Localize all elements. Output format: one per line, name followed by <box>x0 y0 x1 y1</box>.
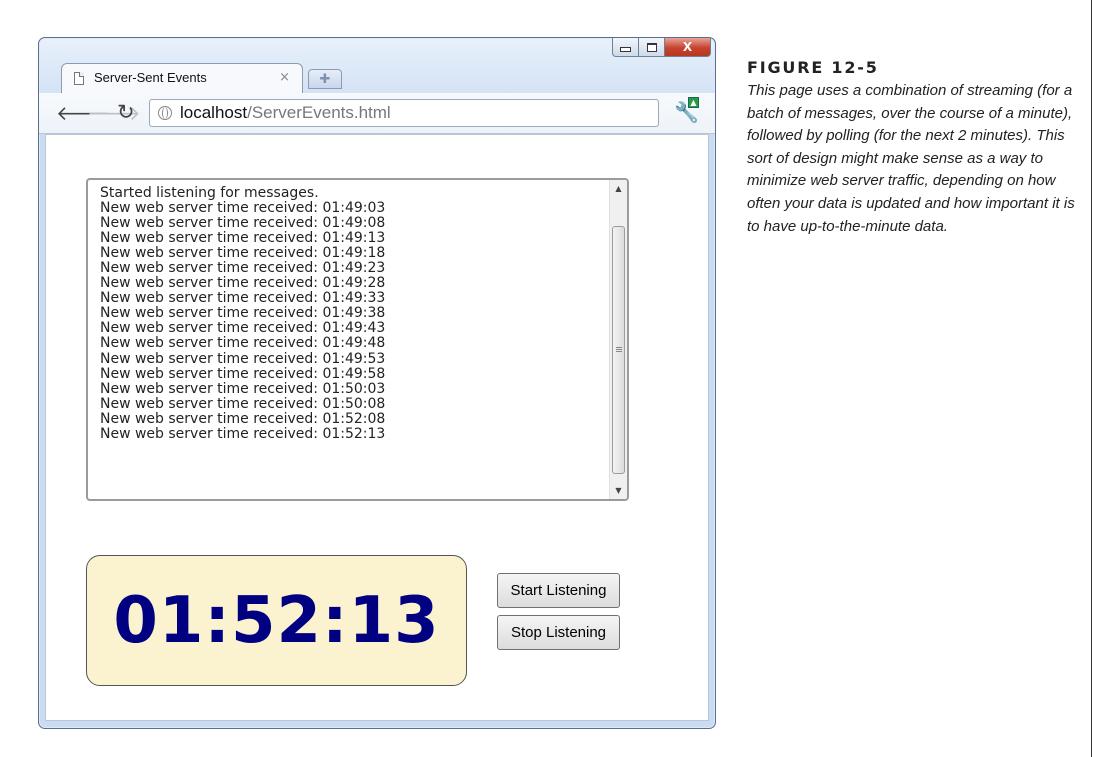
browser-toolbar: 🡐 🡒 ↻ localhost/ServerEvents.html 🔧 ▲ <box>39 93 715 134</box>
address-bar[interactable]: localhost/ServerEvents.html <box>149 99 659 127</box>
minimize-icon <box>620 47 631 52</box>
stop-listening-button[interactable]: Stop Listening <box>497 615 620 650</box>
minimize-button[interactable] <box>612 38 639 57</box>
close-window-button[interactable]: X <box>665 38 711 57</box>
message-line: New web server time received: 01:49:08 <box>100 215 386 232</box>
tab-server-sent-events[interactable]: Server-Sent Events × <box>61 63 303 93</box>
message-line: Started listening for messages. <box>100 185 319 201</box>
message-log[interactable]: Started listening for messages. New web s… <box>86 178 629 501</box>
message-line: New web server time received: 01:49:13 <box>100 230 386 247</box>
message-line: New web server time received: 01:49:03 <box>100 200 386 217</box>
page-content: Started listening for messages. New web s… <box>45 134 709 721</box>
scrollbar[interactable]: ▲ ▼ <box>609 180 627 499</box>
globe-icon <box>158 106 172 120</box>
close-icon: X <box>682 40 693 54</box>
window-controls: X <box>612 38 711 58</box>
plus-icon: ✚ <box>319 71 331 87</box>
message-line: New web server time received: 01:49:48 <box>100 335 386 352</box>
message-line: New web server time received: 01:49:38 <box>100 305 386 322</box>
reload-icon[interactable]: ↻ <box>117 100 135 124</box>
update-badge-icon: ▲ <box>688 97 699 108</box>
message-line: New web server time received: 01:49:43 <box>100 320 386 337</box>
tab-title: Server-Sent Events <box>94 70 207 85</box>
message-line: New web server time received: 01:52:13 <box>100 425 386 442</box>
message-line: New web server time received: 01:49:18 <box>100 245 386 262</box>
message-line: New web server time received: 01:52:08 <box>100 410 386 427</box>
scroll-thumb[interactable] <box>612 226 625 474</box>
page-icon <box>74 72 84 85</box>
message-line: New web server time received: 01:49:33 <box>100 290 386 307</box>
figure-caption: This page uses a combination of streamin… <box>747 82 1075 235</box>
tab-close-icon[interactable]: × <box>279 70 290 85</box>
maximize-button[interactable] <box>639 38 665 57</box>
message-line: New web server time received: 01:49:28 <box>100 275 386 292</box>
scroll-down-arrow-icon[interactable]: ▼ <box>610 482 627 499</box>
url-text: localhost/ServerEvents.html <box>180 103 391 123</box>
clock-time: 01:52:13 <box>113 583 440 658</box>
time-display: 01:52:13 <box>86 555 467 686</box>
new-tab-button[interactable]: ✚ <box>308 69 342 89</box>
message-line: New web server time received: 01:49:58 <box>100 365 386 382</box>
scroll-up-arrow-icon[interactable]: ▲ <box>610 180 627 197</box>
message-line: New web server time received: 01:50:03 <box>100 380 386 397</box>
message-line: New web server time received: 01:50:08 <box>100 395 386 412</box>
url-host: localhost <box>180 103 248 122</box>
browser-window: X Server-Sent Events × ✚ 🡐 🡒 ↻ localhost… <box>38 37 716 729</box>
message-list: Started listening for messages. New web s… <box>100 180 386 442</box>
grip-icon <box>616 347 622 348</box>
page-border <box>1091 0 1092 757</box>
start-listening-button[interactable]: Start Listening <box>497 573 620 608</box>
message-line: New web server time received: 01:49:23 <box>100 260 386 277</box>
message-line: New web server time received: 01:49:53 <box>100 350 386 367</box>
figure-label: FIGURE 12-5 <box>747 58 879 77</box>
url-path: /ServerEvents.html <box>247 103 391 122</box>
maximize-icon <box>646 42 657 52</box>
